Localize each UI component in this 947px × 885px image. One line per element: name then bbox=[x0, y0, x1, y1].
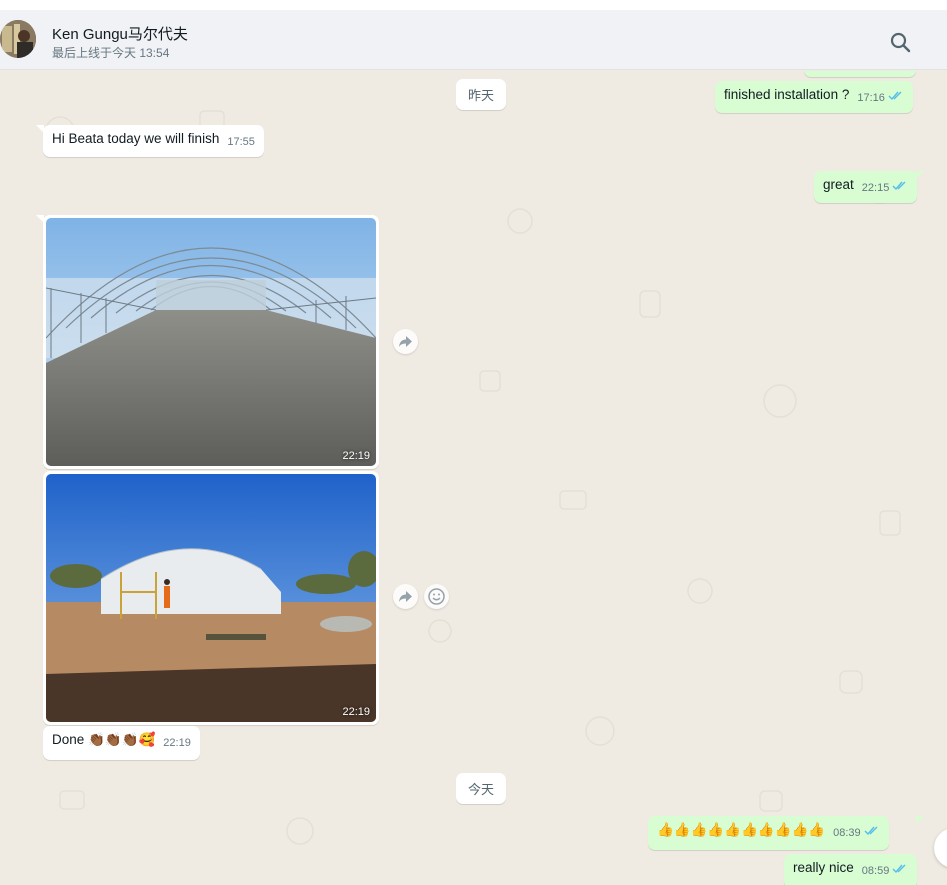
image-time: 22:19 bbox=[342, 706, 370, 718]
date-divider-yesterday: 昨天 bbox=[456, 79, 507, 110]
greenhouse-exterior-photo[interactable]: 22:19 bbox=[46, 474, 376, 722]
message-really-nice[interactable]: really nice 08:59 bbox=[784, 854, 918, 885]
avatar[interactable] bbox=[0, 20, 36, 58]
message-text: finished installation ? bbox=[724, 87, 850, 102]
message-time: 17:16 bbox=[857, 92, 885, 104]
double-check-icon bbox=[888, 91, 902, 101]
message-done[interactable]: Done 👏🏾👏🏾👏🏾🥰 22:19 bbox=[43, 726, 200, 760]
message-text: really nice bbox=[793, 860, 854, 875]
window-top-strip bbox=[0, 0, 947, 10]
message-hi-beata[interactable]: Hi Beata today we will finish 17:55 bbox=[43, 125, 264, 157]
message-time: 08:59 bbox=[861, 865, 890, 877]
bubble-tail bbox=[916, 171, 924, 179]
emoji-reaction-icon[interactable] bbox=[424, 584, 449, 609]
message-text: Done bbox=[52, 732, 85, 747]
message-list[interactable]: 昨天 finished installation ? 17:16 Hi Beata… bbox=[0, 71, 947, 885]
message-time: 17:55 bbox=[227, 136, 255, 148]
message-time: 22:15 bbox=[861, 182, 890, 194]
clapping-hands-emoji: 👏🏾👏🏾👏🏾🥰 bbox=[88, 732, 156, 748]
double-check-icon bbox=[864, 826, 878, 836]
greenhouse-interior-photo[interactable]: 22:19 bbox=[46, 218, 376, 466]
image-message-greenhouse-exterior[interactable]: 22:19 bbox=[43, 471, 379, 725]
double-check-icon bbox=[892, 864, 906, 874]
date-divider-today: 今天 bbox=[456, 773, 507, 804]
message-text: great bbox=[823, 177, 854, 192]
search-icon[interactable] bbox=[888, 30, 914, 56]
thumbs-up-emoji: 👍👍👍👍👍👍👍👍👍👍 bbox=[657, 822, 826, 838]
forward-icon[interactable] bbox=[393, 329, 418, 354]
chat-header: Ken Gungu马尔代夫 最后上线于今天 13:54 bbox=[0, 10, 947, 70]
message-time: 22:19 bbox=[163, 737, 191, 749]
message-finished-installation[interactable]: finished installation ? 17:16 bbox=[715, 81, 913, 113]
last-seen-status: 最后上线于今天 13:54 bbox=[52, 46, 170, 60]
message-great[interactable]: great 22:15 bbox=[814, 171, 918, 203]
contact-name[interactable]: Ken Gungu马尔代夫 bbox=[52, 23, 188, 44]
image-time: 22:19 bbox=[342, 450, 370, 462]
forward-icon[interactable] bbox=[393, 584, 418, 609]
message-thumbs-up[interactable]: 👍👍👍👍👍👍👍👍👍👍 08:39 bbox=[648, 816, 889, 850]
message-bubble-partial[interactable] bbox=[804, 71, 916, 77]
double-check-icon bbox=[892, 181, 906, 191]
image-message-greenhouse-interior[interactable]: 22:19 bbox=[43, 215, 379, 469]
avatar-photo bbox=[0, 20, 36, 58]
bubble-tail bbox=[916, 816, 924, 824]
message-time: 08:39 bbox=[833, 827, 861, 839]
message-text: Hi Beata today we will finish bbox=[52, 131, 220, 146]
